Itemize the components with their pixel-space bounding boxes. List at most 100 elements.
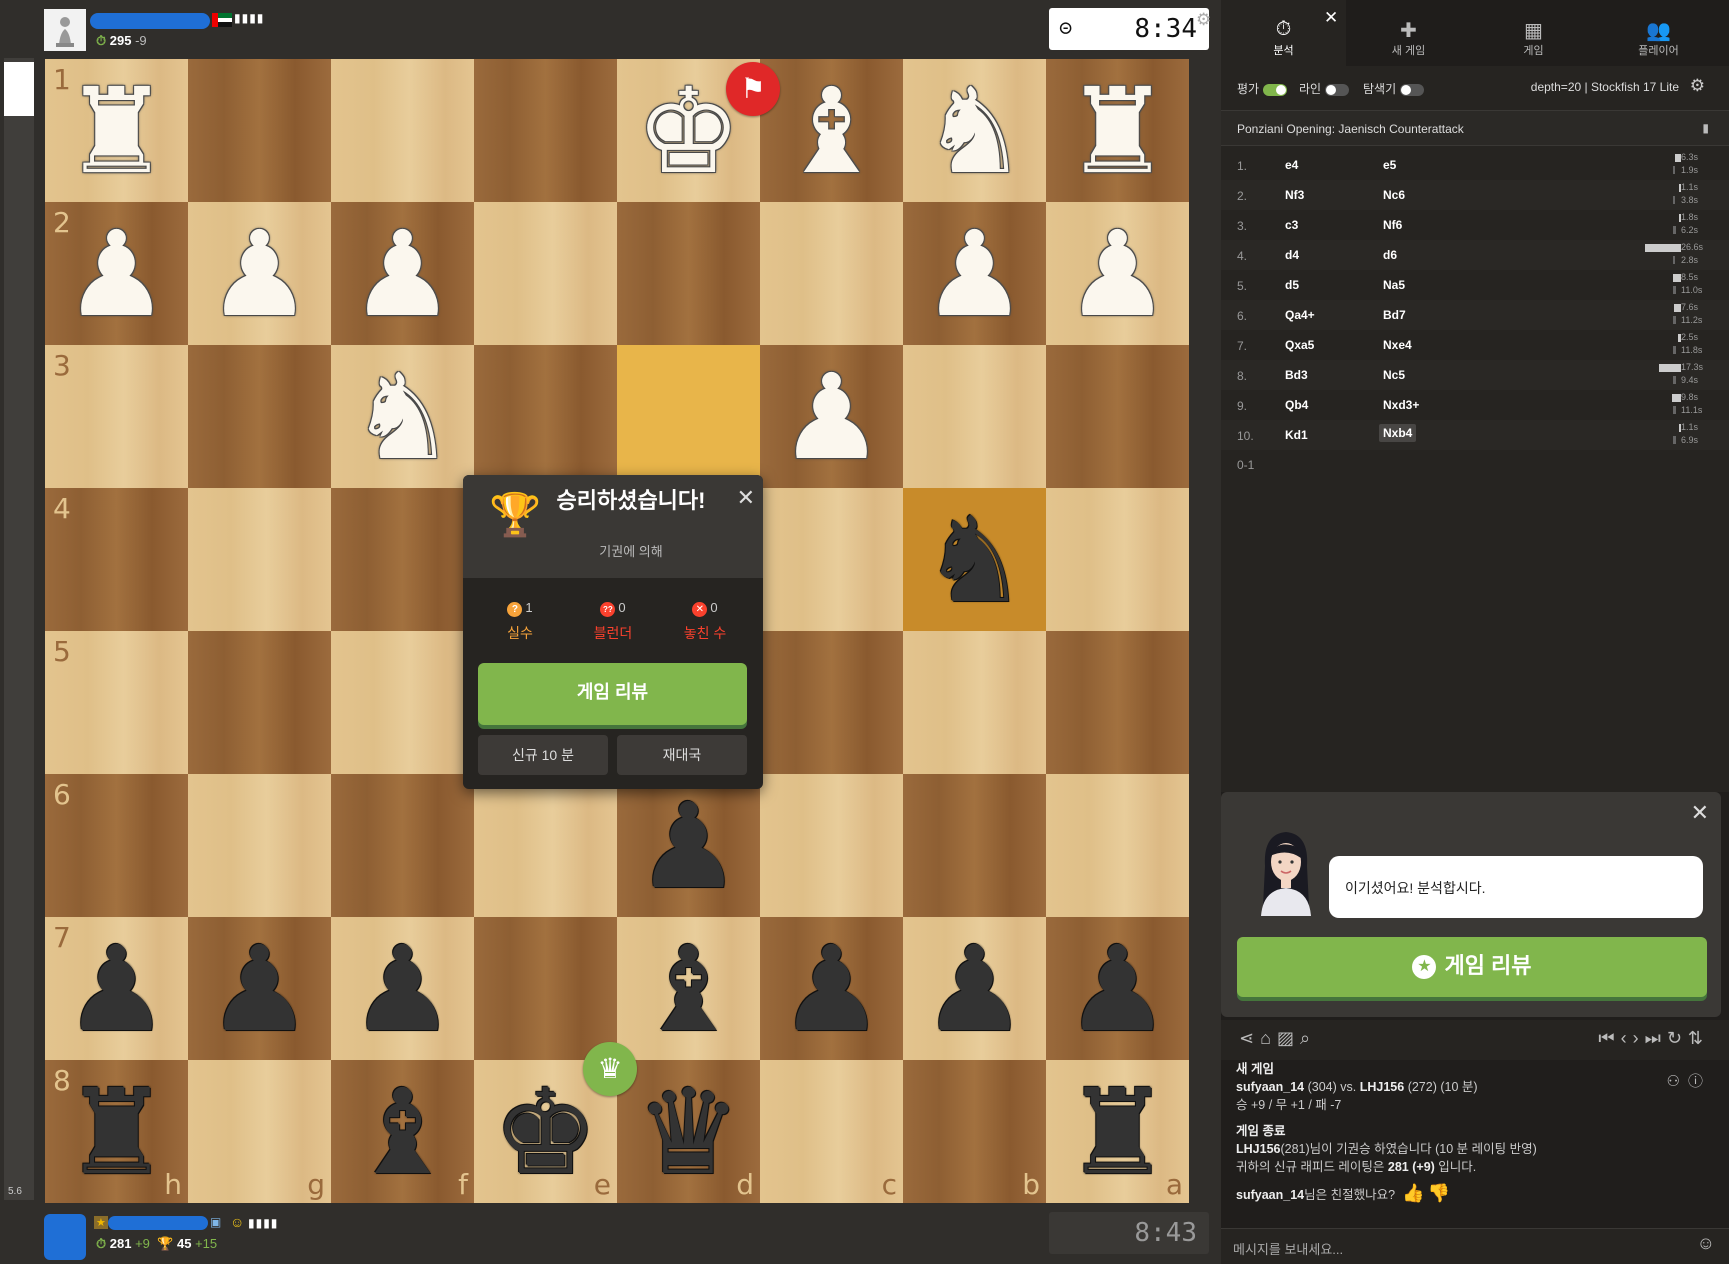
- white-move[interactable]: c3: [1285, 218, 1298, 232]
- board-square[interactable]: [617, 345, 760, 488]
- black-piece[interactable]: ♟: [903, 917, 1046, 1060]
- game-review-button[interactable]: 게임 리뷰: [478, 663, 747, 725]
- log-friendly-name[interactable]: sufyaan_14: [1236, 1188, 1304, 1202]
- black-move[interactable]: Nxd3+: [1383, 398, 1419, 412]
- white-move[interactable]: Qa4+: [1285, 308, 1315, 322]
- eval-switch[interactable]: [1263, 83, 1288, 96]
- white-piece[interactable]: ♟: [331, 202, 474, 345]
- board-square[interactable]: [760, 774, 903, 917]
- board-square[interactable]: [474, 774, 617, 917]
- engine-settings-gear-icon[interactable]: ⚙: [1690, 76, 1705, 96]
- black-move[interactable]: Bd7: [1383, 308, 1406, 322]
- black-piece[interactable]: ♟: [188, 917, 331, 1060]
- eval-toggle[interactable]: 평가: [1237, 80, 1288, 97]
- board-square[interactable]: [331, 488, 474, 631]
- next-move-icon[interactable]: ›: [1633, 1028, 1645, 1048]
- tab-players[interactable]: 👥 플레이어: [1596, 0, 1721, 66]
- modal-close-icon[interactable]: ✕: [737, 485, 755, 511]
- board-square[interactable]: [1046, 488, 1189, 631]
- bottom-player-avatar-redacted[interactable]: [44, 1214, 86, 1260]
- board-square[interactable]: 3: [45, 345, 188, 488]
- rematch-button[interactable]: 재대국: [617, 735, 747, 775]
- black-piece[interactable]: ♜: [1046, 1060, 1189, 1203]
- board-square[interactable]: [903, 345, 1046, 488]
- tab-games[interactable]: ▦ 게임: [1471, 0, 1596, 66]
- lines-switch[interactable]: [1325, 83, 1350, 96]
- white-piece[interactable]: ♟: [903, 202, 1046, 345]
- white-move[interactable]: Qxa5: [1285, 338, 1314, 352]
- black-move[interactable]: Nf6: [1383, 218, 1402, 232]
- first-move-icon[interactable]: ⏮: [1598, 1028, 1620, 1048]
- book-icon[interactable]: ▮: [1702, 121, 1709, 135]
- white-piece[interactable]: ♟: [1046, 202, 1189, 345]
- black-move[interactable]: Nc6: [1383, 188, 1405, 202]
- board-square[interactable]: [617, 202, 760, 345]
- add-friend-icon[interactable]: ⚇: [1667, 1073, 1688, 1090]
- white-move[interactable]: Qb4: [1285, 398, 1308, 412]
- board-square[interactable]: 5: [45, 631, 188, 774]
- white-move[interactable]: Bd3: [1285, 368, 1308, 382]
- white-piece[interactable]: ♟: [188, 202, 331, 345]
- board-square[interactable]: b: [903, 1060, 1046, 1203]
- white-piece[interactable]: ♝: [760, 59, 903, 202]
- black-piece[interactable]: ♝: [617, 917, 760, 1060]
- black-piece[interactable]: ♟: [617, 774, 760, 917]
- lines-toggle[interactable]: 라인: [1299, 80, 1350, 97]
- analyze-magnifier-icon[interactable]: ⌕: [1300, 1028, 1316, 1048]
- board-square[interactable]: [188, 345, 331, 488]
- board-square[interactable]: [331, 59, 474, 202]
- last-move-icon[interactable]: ⏭: [1645, 1028, 1667, 1048]
- coach-game-review-button[interactable]: ★ 게임 리뷰: [1237, 937, 1707, 997]
- board-square[interactable]: [188, 631, 331, 774]
- tab-new-game[interactable]: ✚ 새 게임: [1346, 0, 1471, 66]
- board-square[interactable]: [760, 202, 903, 345]
- board-square[interactable]: [188, 774, 331, 917]
- black-piece[interactable]: ♜: [45, 1060, 188, 1203]
- black-piece[interactable]: ♛: [617, 1060, 760, 1203]
- black-move[interactable]: Nxb4: [1379, 424, 1417, 442]
- black-move[interactable]: d6: [1383, 248, 1397, 262]
- board-square[interactable]: [1046, 345, 1189, 488]
- board-square[interactable]: [903, 631, 1046, 774]
- thumbs-down-icon[interactable]: 👎: [1428, 1183, 1450, 1203]
- board-square[interactable]: [760, 631, 903, 774]
- black-move[interactable]: Nxe4: [1383, 338, 1412, 352]
- black-piece[interactable]: ♞: [903, 488, 1046, 631]
- board-square[interactable]: c: [760, 1060, 903, 1203]
- emoji-icon[interactable]: ☺: [1697, 1233, 1715, 1254]
- share-icon[interactable]: ⋖: [1239, 1028, 1260, 1048]
- coach-close-icon[interactable]: ✕: [1691, 800, 1709, 826]
- board-square[interactable]: [474, 917, 617, 1060]
- board-square[interactable]: [1046, 631, 1189, 774]
- black-piece[interactable]: ♝: [331, 1060, 474, 1203]
- black-piece[interactable]: ♟: [331, 917, 474, 1060]
- reload-icon[interactable]: ↻: [1667, 1028, 1688, 1048]
- board-square[interactable]: [331, 631, 474, 774]
- board-square[interactable]: [474, 59, 617, 202]
- board-square[interactable]: [474, 345, 617, 488]
- black-piece[interactable]: ♟: [45, 917, 188, 1060]
- white-move[interactable]: Kd1: [1285, 428, 1308, 442]
- white-piece[interactable]: ♟: [760, 345, 903, 488]
- white-move[interactable]: d4: [1285, 248, 1299, 262]
- black-move[interactable]: e5: [1383, 158, 1396, 172]
- white-move[interactable]: Nf3: [1285, 188, 1304, 202]
- library-icon[interactable]: ⌂: [1260, 1028, 1277, 1048]
- white-piece[interactable]: ♜: [1046, 59, 1189, 202]
- board-square[interactable]: [188, 59, 331, 202]
- explorer-toggle[interactable]: 탐색기: [1363, 80, 1425, 97]
- flip-board-icon[interactable]: ⇅: [1688, 1028, 1709, 1048]
- black-move[interactable]: Na5: [1383, 278, 1405, 292]
- image-icon[interactable]: ▨: [1277, 1028, 1300, 1048]
- white-move[interactable]: d5: [1285, 278, 1299, 292]
- white-piece[interactable]: ♜: [45, 59, 188, 202]
- thumbs-up-icon[interactable]: 👍: [1402, 1183, 1424, 1203]
- white-move[interactable]: e4: [1285, 158, 1298, 172]
- black-move[interactable]: Nc5: [1383, 368, 1405, 382]
- board-square[interactable]: [188, 488, 331, 631]
- white-piece[interactable]: ♟: [45, 202, 188, 345]
- black-piece[interactable]: ♟: [760, 917, 903, 1060]
- white-piece[interactable]: ♞: [903, 59, 1046, 202]
- board-square[interactable]: [331, 774, 474, 917]
- board-square[interactable]: [903, 774, 1046, 917]
